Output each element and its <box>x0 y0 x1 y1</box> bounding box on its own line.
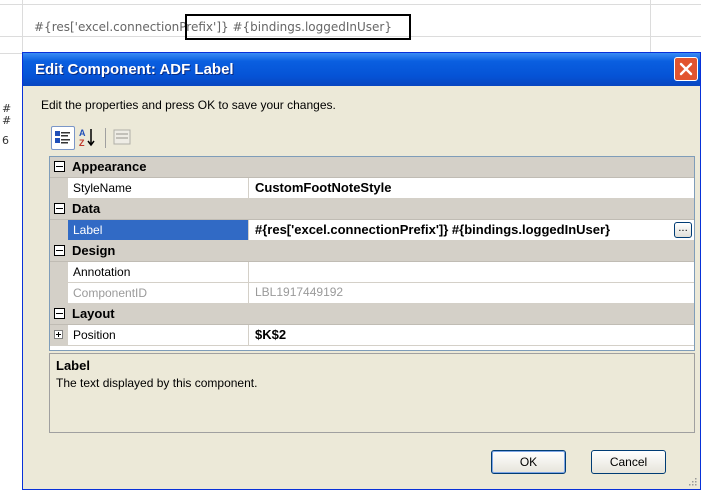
property-row-componentid[interactable]: ComponentID LBL1917449192 <box>50 283 694 304</box>
svg-text:A: A <box>79 128 86 138</box>
alphabetical-sort-icon: A Z <box>79 128 95 148</box>
dialog-title: Edit Component: ADF Label <box>35 61 234 78</box>
collapse-icon[interactable] <box>54 245 65 256</box>
selected-cell-border <box>185 14 411 40</box>
collapse-icon[interactable] <box>54 203 65 214</box>
category-design[interactable]: Design <box>50 241 694 262</box>
ok-button[interactable]: OK <box>491 450 566 474</box>
row-gutter <box>50 178 68 199</box>
description-text: The text displayed by this component. <box>56 376 258 390</box>
row-gutter <box>50 283 68 304</box>
property-row-annotation[interactable]: Annotation <box>50 262 694 283</box>
categorized-icon <box>55 131 70 144</box>
row-fragment: # <box>2 114 12 127</box>
category-layout[interactable]: Layout <box>50 304 694 325</box>
property-pages-button[interactable] <box>111 126 135 150</box>
category-label: Layout <box>72 306 115 321</box>
property-value-componentid: LBL1917449192 <box>249 283 694 304</box>
dialog-titlebar[interactable]: Edit Component: ADF Label <box>23 53 700 86</box>
collapse-icon[interactable] <box>54 161 65 172</box>
cancel-button[interactable]: Cancel <box>591 450 666 474</box>
property-row-stylename[interactable]: StyleName CustomFootNoteStyle <box>50 178 694 199</box>
category-label: Appearance <box>72 159 147 174</box>
description-title: Label <box>56 358 90 373</box>
categorized-button[interactable] <box>51 126 75 150</box>
instructions-text: Edit the properties and press OK to save… <box>41 98 336 112</box>
property-value-label[interactable]: #{res['excel.connectionPrefix']} #{bindi… <box>249 220 694 241</box>
row-gutter <box>50 262 68 283</box>
property-value-position[interactable]: $K$2 <box>249 325 694 346</box>
description-panel: Label The text displayed by this compone… <box>49 353 695 433</box>
property-row-position[interactable]: Position $K$2 <box>50 325 694 346</box>
category-data[interactable]: Data <box>50 199 694 220</box>
property-value-annotation[interactable] <box>249 262 694 283</box>
alphabetical-button[interactable]: A Z <box>77 126 101 150</box>
ellipsis-button[interactable]: ... <box>674 222 692 238</box>
grid-toolbar: A Z <box>51 126 171 150</box>
property-value-stylename[interactable]: CustomFootNoteStyle <box>249 178 694 199</box>
toolbar-separator <box>105 128 106 148</box>
collapse-icon[interactable] <box>54 308 65 319</box>
property-name: ComponentID <box>68 283 249 304</box>
row-gutter <box>50 220 68 241</box>
resize-grip-icon[interactable] <box>687 476 697 486</box>
category-label: Data <box>72 201 101 216</box>
category-label: Design <box>72 243 116 258</box>
expand-icon[interactable] <box>54 330 63 339</box>
close-button[interactable] <box>674 57 698 81</box>
property-name: Annotation <box>68 262 249 283</box>
property-pages-icon <box>113 129 131 145</box>
property-grid: Appearance StyleName CustomFootNoteStyle… <box>49 156 695 351</box>
property-name: Label <box>68 220 249 241</box>
close-icon <box>679 62 693 76</box>
property-row-label[interactable]: Label #{res['excel.connectionPrefix']} #… <box>50 220 694 241</box>
property-name: Position <box>68 325 249 346</box>
edit-component-dialog: Edit Component: ADF Label Edit the prope… <box>22 52 701 490</box>
category-appearance[interactable]: Appearance <box>50 157 694 178</box>
row-fragment: 6 <box>2 134 9 147</box>
svg-text:Z: Z <box>79 138 85 148</box>
property-name: StyleName <box>68 178 249 199</box>
